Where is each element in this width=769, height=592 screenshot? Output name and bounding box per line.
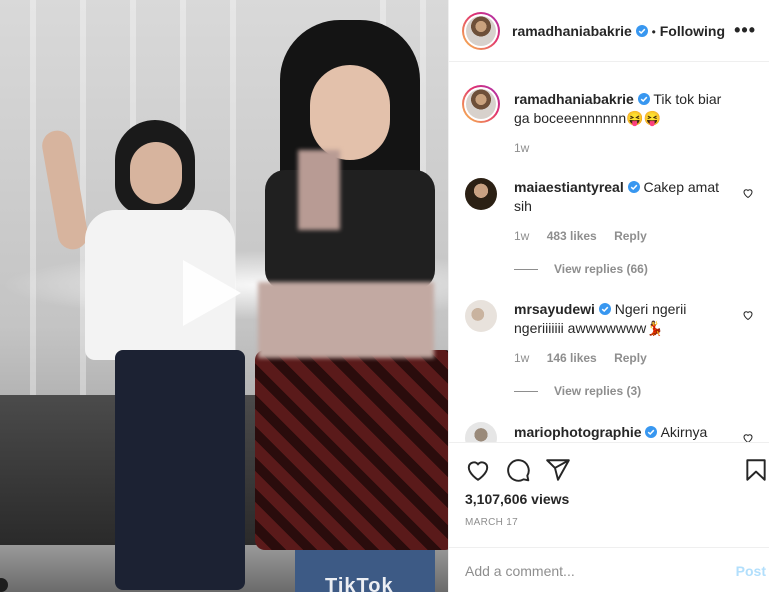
replies-divider xyxy=(514,269,538,271)
censor-blur xyxy=(298,150,340,230)
heart-icon[interactable] xyxy=(465,457,491,483)
verified-badge-icon xyxy=(635,25,648,37)
censor-blur xyxy=(258,282,434,358)
comment-time[interactable]: 1w xyxy=(514,351,529,365)
comment-icon[interactable] xyxy=(505,457,531,483)
comment-username[interactable]: mariophotographie xyxy=(514,424,642,440)
comment-meta: 1w 483 likes Reply xyxy=(514,229,661,243)
reply-button[interactable]: Reply xyxy=(614,351,647,365)
play-icon[interactable] xyxy=(175,258,245,328)
post-button[interactable]: Post xyxy=(736,563,766,579)
reply-button[interactable]: Reply xyxy=(614,229,647,243)
comment: mrsayudewi Ngeri ngerii ngeriiiiiii awww… xyxy=(514,300,724,338)
replies-divider xyxy=(514,391,538,393)
bookmark-icon[interactable] xyxy=(743,457,769,483)
view-replies-label: View replies (3) xyxy=(554,384,642,398)
tiktok-watermark: TikTok xyxy=(325,575,394,592)
post-header: ramadhaniabakrie • Following ••• xyxy=(449,0,769,62)
comment-likes[interactable]: 483 likes xyxy=(547,229,597,243)
comment-meta: 1w 146 likes Reply xyxy=(514,351,661,365)
view-replies-button[interactable]: View replies (66) xyxy=(514,262,648,276)
comment-likes[interactable]: 146 likes xyxy=(547,351,597,365)
commenter-avatar[interactable] xyxy=(465,422,497,442)
comments-list[interactable]: ramadhaniabakrie Tik tok biar ga boceeen… xyxy=(449,62,769,442)
paper-plane-icon[interactable] xyxy=(545,457,571,483)
comment: mariophotographie Akirnya xyxy=(514,423,724,442)
post-video[interactable]: TikTok xyxy=(0,0,448,592)
commenter-avatar[interactable] xyxy=(465,178,497,210)
post-sidebar: ramadhaniabakrie • Following ••• ramadha… xyxy=(448,0,769,592)
author-username[interactable]: ramadhaniabakrie xyxy=(512,23,632,39)
follow-button[interactable]: Following xyxy=(660,23,725,39)
verified-badge-icon xyxy=(598,303,611,315)
comment-username[interactable]: mrsayudewi xyxy=(514,301,595,317)
heart-icon[interactable] xyxy=(742,187,754,199)
view-count[interactable]: 3,107,606 views xyxy=(465,491,569,507)
author-avatar[interactable] xyxy=(462,12,500,50)
caption-avatar[interactable] xyxy=(462,85,500,123)
comment-input[interactable] xyxy=(465,560,715,582)
comment-time[interactable]: 1w xyxy=(514,229,529,243)
caption-meta: 1w xyxy=(514,141,543,155)
add-comment-bar: Post xyxy=(449,547,769,592)
verified-badge-icon xyxy=(645,426,658,438)
verified-badge-icon xyxy=(637,93,650,105)
separator-dot: • xyxy=(651,25,656,39)
commenter-avatar[interactable] xyxy=(465,300,497,332)
caption-username[interactable]: ramadhaniabakrie xyxy=(514,91,634,107)
caption: ramadhaniabakrie Tik tok biar ga boceeen… xyxy=(514,90,724,128)
comment-username[interactable]: maiaestiantyreal xyxy=(514,179,624,195)
more-options-icon[interactable]: ••• xyxy=(734,20,756,41)
comment: maiaestiantyreal Cakep amat sih xyxy=(514,178,724,216)
post-actions: 3,107,606 views MARCH 17 Post xyxy=(449,442,769,592)
comment-text: Akirnya xyxy=(660,424,708,440)
caption-time[interactable]: 1w xyxy=(514,141,529,155)
window-blind xyxy=(30,0,36,420)
heart-icon[interactable] xyxy=(742,309,754,321)
post-date[interactable]: MARCH 17 xyxy=(465,517,518,528)
view-replies-label: View replies (66) xyxy=(554,262,648,276)
view-replies-button[interactable]: View replies (3) xyxy=(514,384,641,398)
verified-badge-icon xyxy=(627,181,640,193)
heart-icon[interactable] xyxy=(742,432,754,442)
